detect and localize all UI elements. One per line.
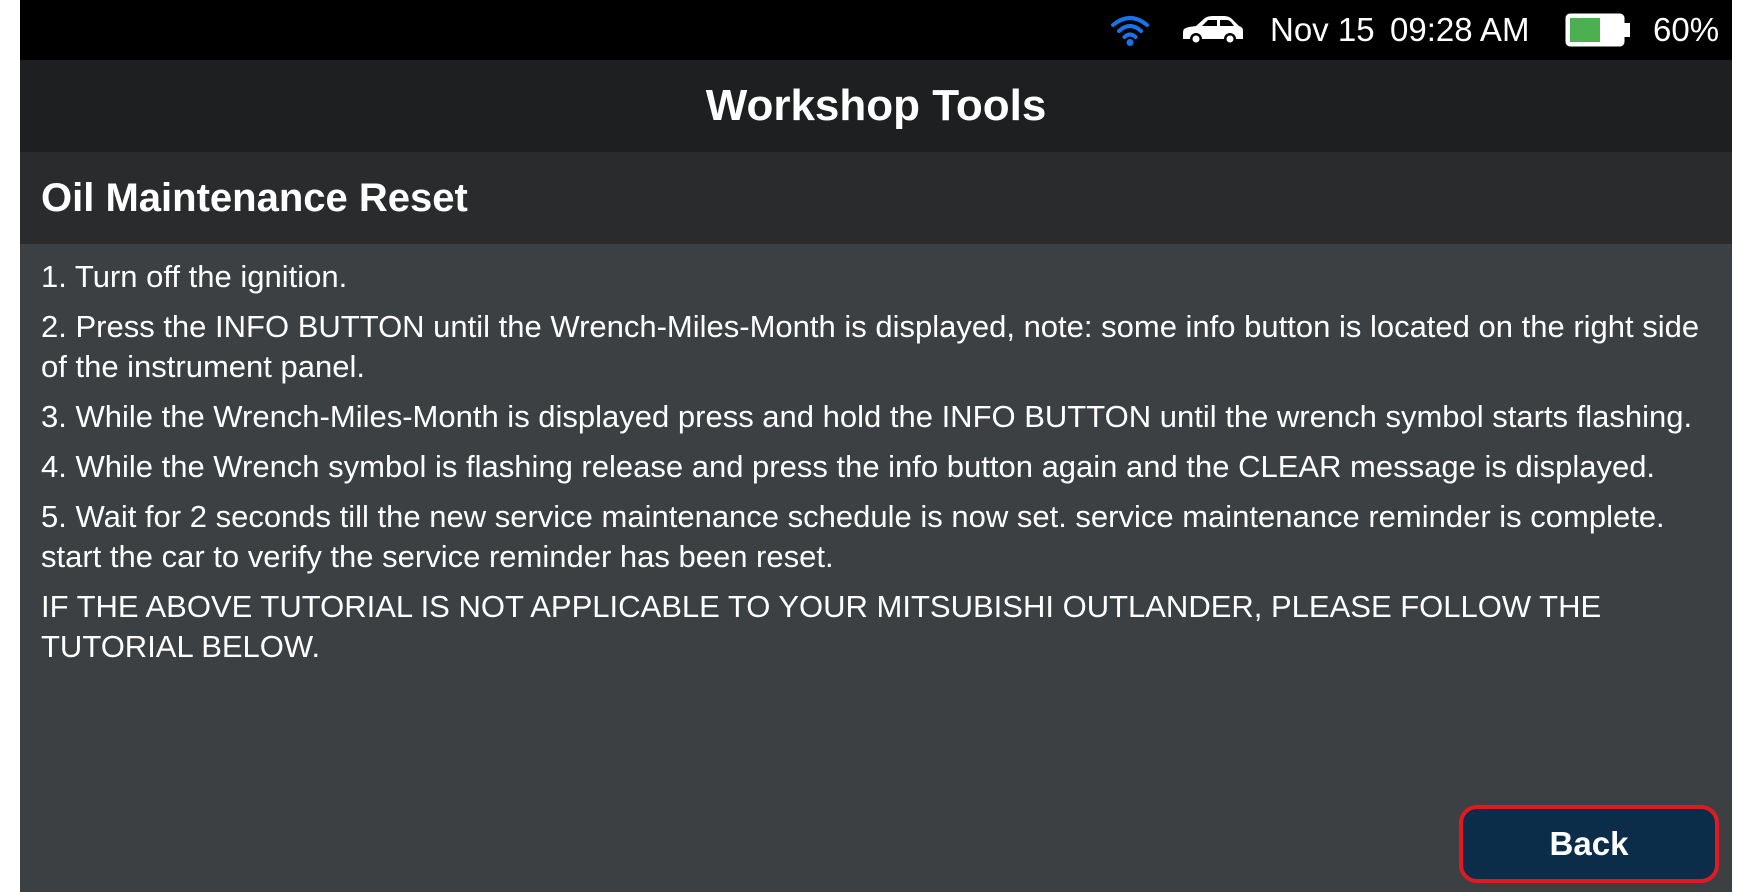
battery-icon	[1565, 0, 1640, 60]
status-bar: Nov 15 09:28 AM 60%	[20, 0, 1732, 60]
instruction-note: IF THE ABOVE TUTORIAL IS NOT APPLICABLE …	[41, 589, 1602, 664]
instruction-step: 2. Press the INFO BUTTON until the Wrenc…	[41, 309, 1700, 384]
car-icon	[1178, 0, 1248, 60]
page-title: Workshop Tools	[705, 81, 1047, 130]
status-time: 09:28 AM	[1390, 11, 1530, 48]
wifi-icon	[1105, 0, 1155, 60]
instructions-list: 1. Turn off the ignition. 2. Press the I…	[41, 257, 1701, 677]
status-date: Nov 15	[1270, 11, 1375, 48]
instruction-step: 3. While the Wrench-Miles-Month is displ…	[41, 399, 1693, 434]
battery-percent: 60%	[1653, 11, 1720, 48]
section-title: Oil Maintenance Reset	[41, 175, 468, 220]
section-header: Oil Maintenance Reset	[20, 152, 1732, 244]
back-button[interactable]: Back	[1459, 805, 1719, 883]
app-screen: Nov 15 09:28 AM 60% Workshop Tools Oil M…	[20, 0, 1732, 892]
title-bar: Workshop Tools	[20, 60, 1732, 152]
instruction-step: 4. While the Wrench symbol is flashing r…	[41, 449, 1656, 484]
instruction-step: 5. Wait for 2 seconds till the new servi…	[41, 499, 1665, 574]
instruction-step: 1. Turn off the ignition.	[41, 259, 348, 294]
